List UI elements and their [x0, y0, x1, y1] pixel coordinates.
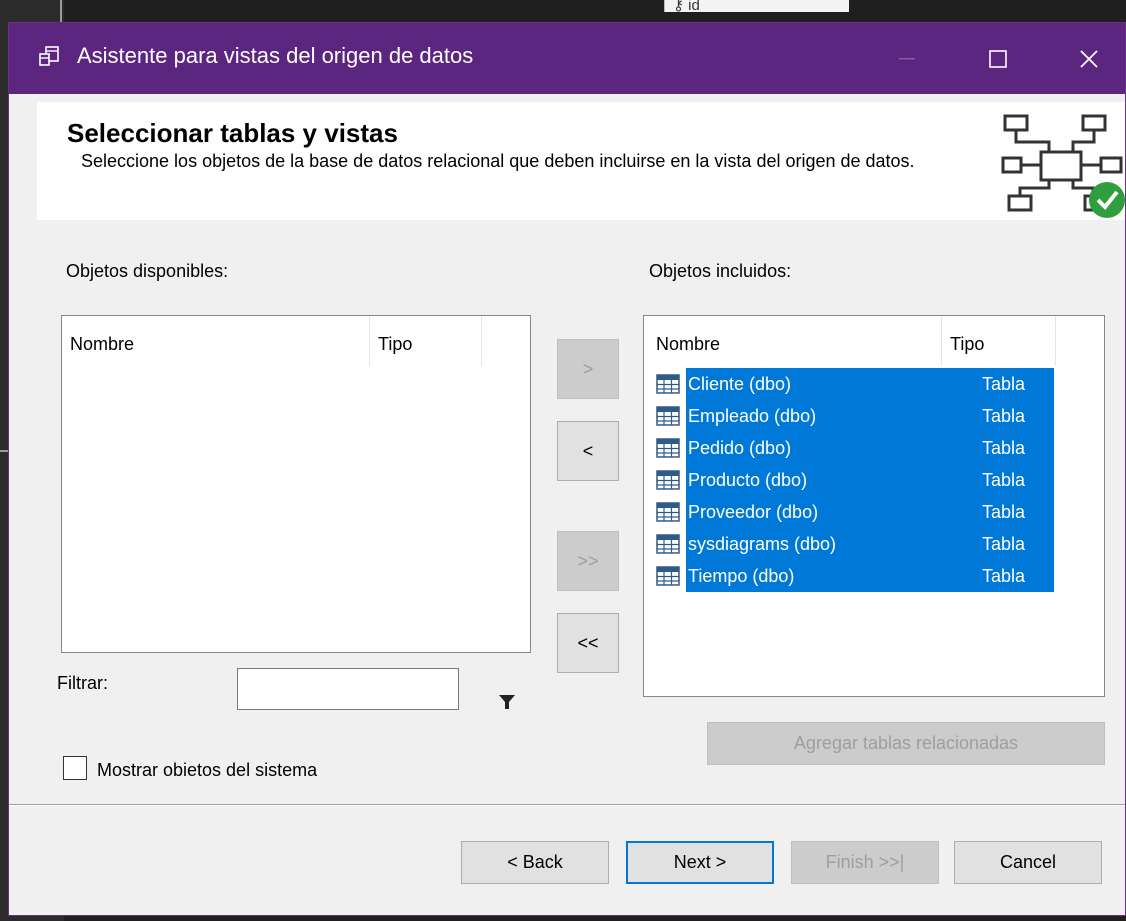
available-objects-label: Objetos disponibles: [66, 261, 229, 281]
table-icon [656, 470, 680, 490]
remove-selected-button[interactable]: < [557, 421, 619, 481]
window-title: Asistente para vistas del origen de dato… [77, 43, 474, 68]
table-icon [656, 438, 680, 458]
included-list-header: Nombre Tipo [644, 316, 1104, 366]
available-objects-list[interactable]: Nombre Tipo [61, 315, 531, 653]
close-icon [1080, 49, 1098, 68]
filter-input[interactable] [237, 668, 459, 710]
included-item-type: Tabla [982, 502, 1026, 522]
add-all-button[interactable]: >> [557, 531, 619, 591]
maximize-icon [989, 49, 1007, 68]
wizard-window: Asistente para vistas del origen de dato… [8, 22, 1126, 916]
add-selected-button[interactable]: > [557, 339, 619, 399]
table-row[interactable]: Tiempo (dbo) Tabla [656, 560, 1054, 592]
table-icon [656, 374, 680, 394]
add-related-tables-button[interactable]: Agregar tablas relacionadas [707, 722, 1105, 765]
funnel-icon[interactable] [499, 695, 515, 709]
show-system-objects-label: Mostrar obietos del sistema [97, 760, 318, 780]
table-row[interactable]: sysdiagrams (dbo) Tabla [656, 528, 1054, 560]
footer-separator-highlight [9, 805, 1125, 806]
show-system-objects-checkbox[interactable] [63, 756, 87, 780]
included-item-type: Tabla [982, 438, 1026, 458]
column-header-nombre[interactable]: Nombre [644, 316, 942, 366]
schema-check-icon [1001, 114, 1125, 218]
column-header-nombre[interactable]: Nombre [62, 316, 370, 366]
next-button[interactable]: Next > [626, 841, 774, 884]
available-list-header: Nombre Tipo [62, 316, 530, 366]
included-item-type: Tabla [982, 374, 1026, 394]
column-header-tipo[interactable]: Tipo [942, 316, 1056, 366]
included-objects-label: Objetos incluidos: [649, 261, 792, 281]
title-bar[interactable]: Asistente para vistas del origen de dato… [9, 23, 1125, 94]
data-source-view-icon [39, 46, 59, 66]
table-icon [656, 502, 680, 522]
cancel-button[interactable]: Cancel [954, 841, 1102, 884]
filter-label: Filtrar: [57, 673, 108, 693]
page-description: Seleccione los objetos de la base de dat… [81, 151, 915, 171]
minimize-icon [899, 57, 915, 59]
maximize-button[interactable] [952, 23, 1044, 94]
page-title: Seleccionar tablas y vistas [67, 118, 398, 148]
background-id-text: id [688, 0, 700, 12]
close-button[interactable] [1043, 23, 1125, 94]
wizard-header: Seleccionar tablas y vistas Seleccione l… [37, 102, 1125, 220]
included-objects-list[interactable]: Nombre Tipo Cliente (dbo) Tabla Empleado… [643, 315, 1105, 697]
background-key-icon: ⚷ [673, 0, 689, 12]
included-item-type: Tabla [982, 406, 1026, 426]
back-button[interactable]: < Back [461, 841, 609, 884]
column-header-tipo[interactable]: Tipo [370, 316, 482, 366]
table-icon [656, 534, 680, 554]
finish-button[interactable]: Finish >>| [791, 841, 939, 884]
table-row[interactable]: Pedido (dbo) Tabla [656, 432, 1054, 464]
table-icon [656, 406, 680, 426]
remove-all-button[interactable]: << [557, 613, 619, 673]
included-item-type: Tabla [982, 470, 1026, 490]
background-horizontal-line [0, 450, 8, 452]
background-column-snippet: ⚷ id [664, 0, 849, 12]
table-icon [656, 566, 680, 586]
minimize-button[interactable] [861, 23, 953, 94]
table-row[interactable]: Empleado (dbo) Tabla [656, 400, 1054, 432]
included-item-type: Tabla [982, 566, 1026, 586]
background-vertical-line [60, 0, 62, 22]
table-row[interactable]: Proveedor (dbo) Tabla [656, 496, 1054, 528]
included-item-type: Tabla [982, 534, 1026, 554]
table-row[interactable]: Producto (dbo) Tabla [656, 464, 1054, 496]
table-row[interactable]: Cliente (dbo) Tabla [656, 368, 1054, 400]
